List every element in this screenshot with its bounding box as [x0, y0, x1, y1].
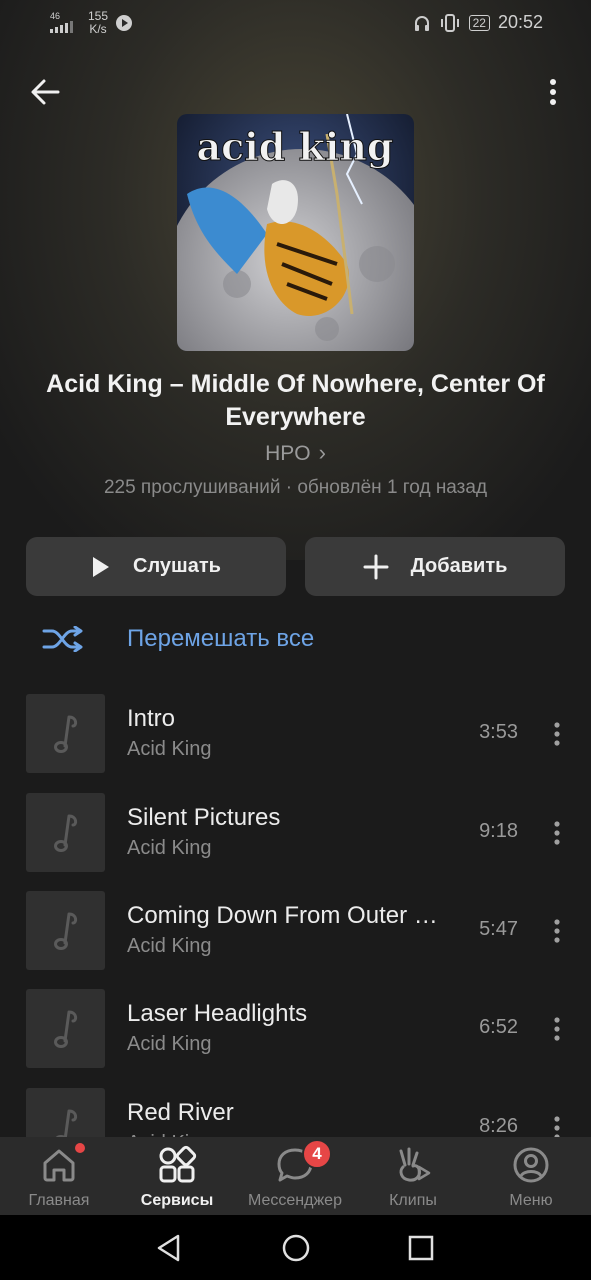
track-row[interactable]: Silent Pictures Acid King 9:18 — [26, 793, 571, 873]
nav-clips-label: Клипы — [389, 1192, 437, 1209]
media-playing-icon — [116, 15, 133, 31]
track-title: Red River — [127, 1099, 234, 1126]
nav-services-label: Сервисы — [140, 1192, 214, 1209]
shuffle-all-button[interactable]: Перемешать все — [42, 625, 314, 653]
track-duration: 5:47 — [479, 918, 518, 940]
profile-icon — [513, 1147, 549, 1183]
track-title: Laser Headlights — [127, 1000, 308, 1027]
track-duration: 6:52 — [479, 1016, 518, 1038]
track-title: Coming Down From Outer … — [127, 902, 438, 929]
track-thumbnail — [26, 793, 105, 872]
status-bar: 46 155 K/s 22 20:52 — [0, 0, 591, 46]
notification-dot — [75, 1143, 85, 1153]
play-icon — [93, 556, 110, 577]
network-type: 46 — [50, 10, 61, 21]
track-row[interactable]: Intro Acid King 3:53 — [26, 694, 571, 774]
shuffle-icon — [42, 626, 83, 652]
nav-services[interactable]: Сервисы — [118, 1137, 236, 1215]
nav-messenger[interactable]: 4 Мессенджер — [236, 1137, 354, 1215]
nav-home-label: Главная — [28, 1192, 90, 1209]
system-home-icon[interactable] — [281, 1233, 311, 1263]
track-more-icon[interactable] — [553, 722, 561, 746]
music-note-icon — [53, 715, 77, 753]
system-back-icon[interactable] — [155, 1233, 183, 1263]
track-thumbnail — [26, 694, 105, 773]
track-thumbnail — [26, 989, 105, 1068]
playlist-title: Acid King – Middle Of Nowhere, Center Of… — [46, 370, 545, 431]
system-recents-icon[interactable] — [407, 1234, 435, 1262]
track-thumbnail — [26, 891, 105, 970]
owner-name: HPO — [265, 442, 311, 465]
clock: 20:52 — [497, 12, 543, 32]
listen-label: Слушать — [133, 555, 221, 577]
nav-menu-label: Меню — [509, 1192, 553, 1209]
add-label: Добавить — [410, 555, 508, 577]
clips-icon — [399, 1147, 431, 1182]
home-icon — [43, 1149, 75, 1182]
playlist-meta: 225 прослушиваний · обновлён 1 год назад — [103, 477, 488, 498]
track-artist: Acid King — [127, 738, 212, 760]
more-options-icon[interactable] — [543, 74, 563, 110]
shuffle-label: Перемешать все — [127, 625, 315, 652]
track-duration: 8:26 — [479, 1115, 518, 1137]
track-artist: Acid King — [127, 935, 212, 957]
track-title: Silent Pictures — [127, 804, 281, 831]
nav-home[interactable]: Главная — [0, 1137, 118, 1215]
track-row[interactable]: Coming Down From Outer … Acid King 5:47 — [26, 891, 571, 971]
headphones-icon — [414, 15, 429, 31]
net-speed-unit: K/s — [89, 22, 107, 36]
messenger-badge: 4 — [302, 1139, 332, 1169]
track-row[interactable]: Laser Headlights Acid King 6:52 — [26, 989, 571, 1069]
net-speed: 155 K/s — [88, 10, 108, 36]
track-more-icon[interactable] — [553, 1017, 561, 1041]
cover-logo-text: acid king — [197, 124, 394, 169]
signal-icon — [50, 20, 73, 33]
nav-clips[interactable]: Клипы — [354, 1137, 472, 1215]
music-note-icon — [53, 1010, 77, 1048]
music-note-icon — [53, 814, 77, 852]
track-duration: 3:53 — [479, 721, 518, 743]
add-button[interactable]: Добавить — [305, 537, 565, 596]
services-icon — [159, 1145, 197, 1183]
plus-icon — [363, 554, 389, 579]
bottom-navigation: Главная Сервисы 4 Мессенджер Клипы Меню — [0, 1137, 591, 1215]
track-duration: 9:18 — [479, 820, 518, 842]
vibrate-icon — [440, 13, 459, 32]
network-indicator: 46 — [50, 10, 80, 35]
track-artist: Acid King — [127, 837, 212, 859]
listen-button[interactable]: Слушать — [26, 537, 286, 596]
nav-messenger-label: Мессенджер — [248, 1192, 342, 1209]
track-title: Intro — [127, 705, 176, 732]
playlist-cover: acid king — [177, 114, 414, 351]
track-more-icon[interactable] — [553, 821, 561, 845]
system-navigation-bar — [0, 1215, 591, 1280]
battery-icon: 22 — [468, 14, 490, 31]
music-note-icon — [53, 912, 77, 950]
track-more-icon[interactable] — [553, 919, 561, 943]
back-arrow-icon[interactable] — [28, 74, 64, 110]
track-artist: Acid King — [127, 1033, 212, 1055]
playlist-owner-link[interactable]: HPO › — [0, 440, 591, 466]
nav-menu[interactable]: Меню — [472, 1137, 590, 1215]
chevron-right-icon: › — [318, 440, 326, 465]
